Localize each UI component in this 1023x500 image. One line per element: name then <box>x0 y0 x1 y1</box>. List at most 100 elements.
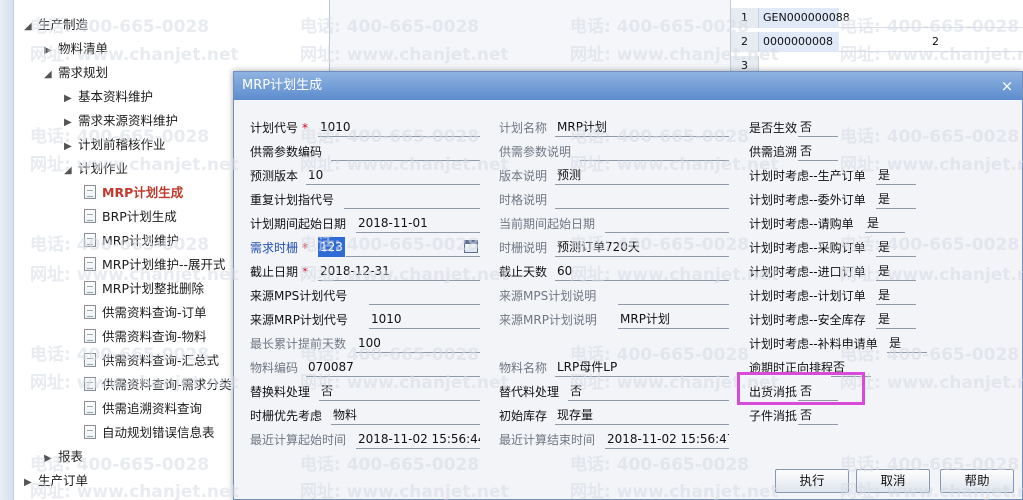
field-value[interactable]: MRP计划 <box>555 117 729 137</box>
field-value[interactable]: 是 <box>865 213 905 233</box>
field-value[interactable]: 10 <box>306 165 480 185</box>
form-field: 计划代号 * 1010 <box>250 117 495 139</box>
form-field: 时格说明 <box>499 189 744 211</box>
field-value[interactable] <box>605 213 729 233</box>
field-value[interactable]: 是 <box>876 309 916 329</box>
chevron-right-icon[interactable]: ▶ <box>64 136 78 158</box>
chevron-right-icon[interactable]: ▶ <box>44 40 58 62</box>
annotation-highlight-box <box>737 372 865 405</box>
form-field: 供需参数说明 <box>499 141 744 163</box>
row-quantity: 2 <box>932 35 939 48</box>
form-field: 时栅说明 预测订单720天 <box>499 237 744 259</box>
chevron-right-icon[interactable]: ▶ <box>24 472 38 494</box>
field-value[interactable]: 60 <box>555 261 729 281</box>
chevron-right-icon[interactable]: ▶ <box>44 448 58 470</box>
field-value[interactable]: 预测订单720天 <box>555 237 729 257</box>
field-value[interactable]: 是 <box>876 165 916 185</box>
form-field: 物料名称 LRP母件LP <box>499 357 744 379</box>
field-value[interactable]: MRP计划 <box>618 309 729 329</box>
tree-item[interactable]: 供需追溯资料查询 <box>84 398 202 420</box>
field-value[interactable]: 2018-12-31 <box>318 261 480 281</box>
field-label: 预测版本 <box>250 169 299 183</box>
field-value[interactable]: 123 <box>318 237 345 257</box>
field-label: 计划时考虑--补料申请单 <box>749 337 878 351</box>
field-value[interactable]: 100 <box>356 333 480 353</box>
field-value[interactable]: 是 <box>887 333 927 353</box>
field-value[interactable]: 1010 <box>318 117 480 137</box>
field-label: 计划名称 <box>499 121 548 135</box>
field-label: 来源MPS计划说明 <box>499 289 597 303</box>
tree-item[interactable]: BRP计划生成 <box>84 206 177 228</box>
tree-item[interactable]: MRP计划维护 <box>84 230 179 252</box>
field-value[interactable]: 是 <box>876 237 916 257</box>
tree-item[interactable]: 供需资料查询-订单 <box>84 302 207 324</box>
tree-item[interactable]: ▶ 基本资料维护 <box>64 86 153 108</box>
field-value[interactable] <box>580 141 729 161</box>
row-number: 2 <box>731 32 759 52</box>
form-field: 计划时考虑--生产订单是 <box>749 165 1019 187</box>
help-button[interactable]: 帮助 <box>940 469 1014 493</box>
tree-item[interactable]: ◢ 生产制造 <box>24 14 88 36</box>
field-value[interactable]: 2018-11-02 15:56:44 <box>356 429 480 449</box>
field-value[interactable]: 否 <box>798 141 838 161</box>
field-value[interactable] <box>618 285 729 305</box>
field-value[interactable]: 现存量 <box>555 405 729 425</box>
field-value[interactable] <box>555 189 729 209</box>
tree-item[interactable]: ▶ 生产订单 <box>24 470 88 492</box>
field-value[interactable] <box>331 141 480 161</box>
tree-item-label: 供需资料查询-订单 <box>102 305 207 320</box>
form-field: 预测版本 10 <box>250 165 495 187</box>
field-value[interactable]: 是 <box>876 261 916 281</box>
field-value[interactable]: 2018-11-01 <box>356 213 480 233</box>
tree-scrollbar[interactable] <box>0 0 14 500</box>
chevron-down-icon[interactable]: ◢ <box>64 160 78 182</box>
form-field: 来源MPS计划代号 <box>250 285 495 307</box>
form-field: 时栅优先考虑 物料 <box>250 405 495 427</box>
execute-button[interactable]: 执行 <box>775 469 849 493</box>
field-value[interactable]: 否 <box>568 381 729 401</box>
cancel-button[interactable]: 取消 <box>856 469 930 493</box>
field-value[interactable]: 070087 <box>306 357 480 377</box>
field-value[interactable] <box>369 285 480 305</box>
chevron-down-icon[interactable]: ◢ <box>44 64 58 86</box>
tree-item[interactable]: ◢ 需求规划 <box>44 62 108 84</box>
field-value[interactable]: 是 <box>876 189 916 209</box>
field-value[interactable] <box>344 189 480 209</box>
tree-item[interactable]: MRP计划整批删除 <box>84 278 204 300</box>
field-label: 子件消抵 <box>749 409 798 423</box>
field-value[interactable]: 1010 <box>369 309 480 329</box>
field-value[interactable]: 预测 <box>555 165 729 185</box>
tree-item[interactable]: 供需资料查询-汇总式 <box>84 350 219 372</box>
field-value[interactable]: 2018-11-02 15:56:47 <box>605 429 729 449</box>
field-value[interactable]: LRP母件LP <box>555 357 729 377</box>
field-label: 计划时考虑--委外订单 <box>749 193 866 207</box>
tree-item[interactable]: ◢ 计划作业 <box>64 158 128 180</box>
field-value[interactable]: 否 <box>798 405 838 425</box>
tree-item[interactable]: 自动规划错误信息表 <box>84 422 215 444</box>
chevron-right-icon[interactable]: ▶ <box>64 112 78 134</box>
close-icon[interactable]: × <box>996 72 1018 100</box>
calendar-icon[interactable] <box>464 240 478 253</box>
tree-item[interactable]: MRP计划生成 <box>84 182 183 204</box>
document-icon <box>84 353 96 367</box>
field-value[interactable]: 否 <box>798 117 838 137</box>
tree-item[interactable]: 供需资料查询-需求分类 <box>84 374 232 396</box>
field-value[interactable]: 物料 <box>331 405 480 425</box>
field-value[interactable]: 是 <box>876 285 916 305</box>
tree-item[interactable]: ▶ 报表 <box>44 446 83 468</box>
tree-item[interactable]: ▶ 需求来源资料维护 <box>64 110 178 132</box>
field-value[interactable]: 否 <box>319 381 480 401</box>
document-icon <box>84 401 96 415</box>
table-row[interactable]: 2 0000000008 2 <box>731 32 1023 52</box>
chevron-right-icon[interactable]: ▶ <box>64 88 78 110</box>
tree-item[interactable]: ▶ 计划前稽核作业 <box>64 134 166 156</box>
chevron-down-icon[interactable]: ◢ <box>24 16 38 38</box>
form-field: 来源MPS计划说明 <box>499 285 744 307</box>
form-field: 初始库存 现存量 <box>499 405 744 427</box>
tree-item[interactable]: 供需资料查询-物料 <box>84 326 207 348</box>
tree-item[interactable]: ▶ 物料清单 <box>44 38 108 60</box>
tree-item[interactable]: MRP计划维护--展开式 <box>84 254 226 276</box>
form-field: 计划时考虑--请购单是 <box>749 213 1019 235</box>
table-row[interactable]: 1 GEN000000088 <box>731 8 1023 28</box>
field-label: 需求时栅 <box>250 241 299 255</box>
